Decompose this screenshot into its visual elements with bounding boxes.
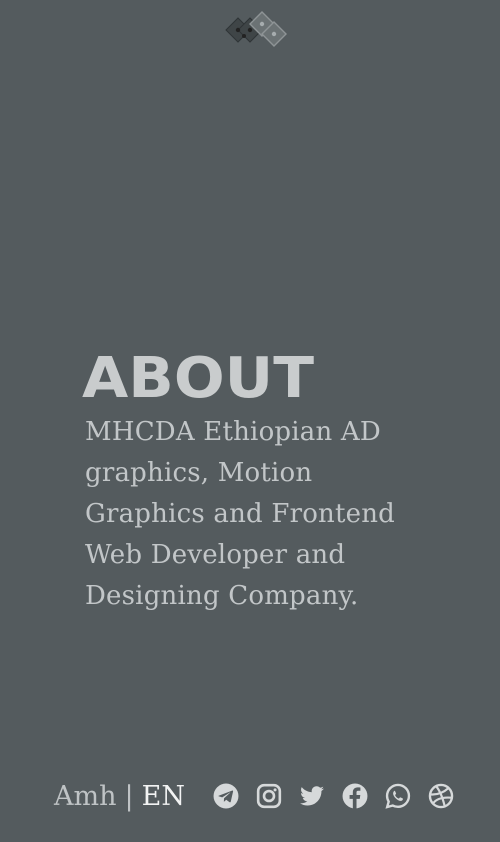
dribbble-icon[interactable] xyxy=(428,783,454,809)
telegram-icon[interactable] xyxy=(213,783,239,809)
about-heading: ABOUT xyxy=(82,352,314,400)
whatsapp-icon[interactable] xyxy=(385,783,411,809)
about-heading-text: ABOUT xyxy=(82,352,314,400)
language-separator: | xyxy=(124,780,134,812)
about-page: ABOUT MHCDA Ethiopian AD graphics, Motio… xyxy=(0,0,500,842)
mhcda-logo-icon[interactable] xyxy=(212,8,288,48)
about-description: MHCDA Ethiopian AD graphics, Motion Grap… xyxy=(85,417,396,611)
facebook-icon[interactable] xyxy=(342,783,368,809)
instagram-icon[interactable] xyxy=(256,783,282,809)
twitter-icon[interactable] xyxy=(299,783,325,809)
footer-bar: Amh | EN xyxy=(54,776,471,816)
language-switcher: Amh | EN xyxy=(54,781,185,812)
language-option-amharic[interactable]: Amh xyxy=(54,781,117,812)
language-option-english[interactable]: EN xyxy=(142,781,185,812)
social-links xyxy=(213,783,471,809)
